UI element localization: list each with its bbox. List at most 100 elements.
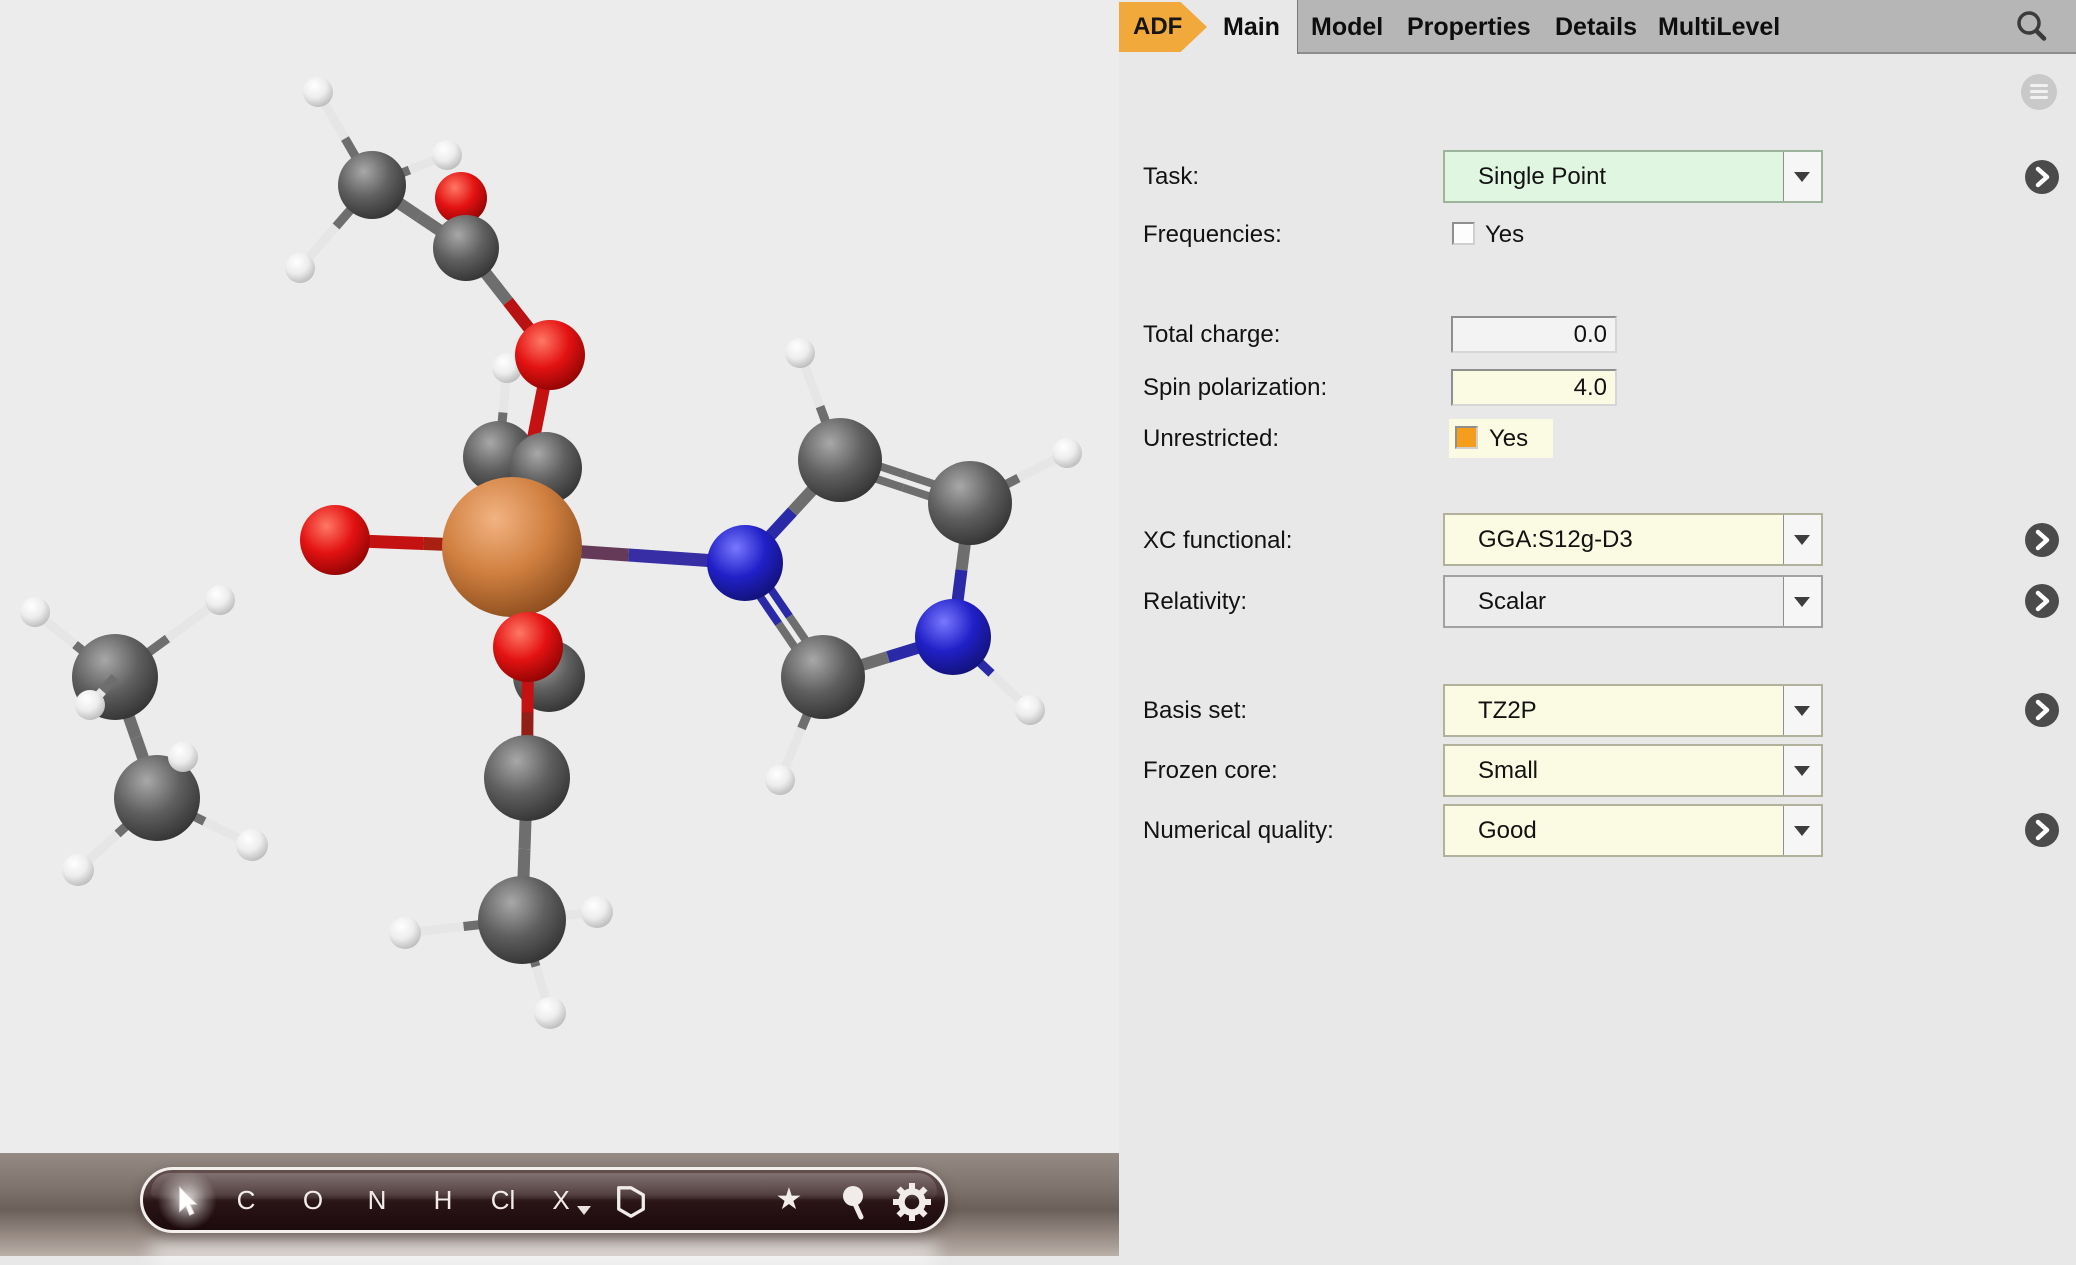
tab-bar: Model Properties Details MultiLevel ADF …	[1119, 0, 2076, 54]
hamburger-icon	[2030, 84, 2048, 87]
molecule-3d-scene[interactable]	[0, 0, 1119, 1153]
down-triangle-icon	[1794, 826, 1810, 836]
unrestricted-checkbox-label: Yes	[1489, 425, 1528, 453]
basis-set-value: TZ2P	[1478, 686, 1537, 735]
balloon-pin-icon	[838, 1182, 870, 1222]
atom-H[interactable]	[285, 253, 315, 283]
atom-N[interactable]	[915, 599, 991, 675]
atom-C[interactable]	[433, 215, 499, 281]
down-triangle-icon	[1794, 535, 1810, 545]
cursor-arrow-icon	[174, 1186, 200, 1218]
tab-model[interactable]: Model	[1311, 0, 1383, 54]
atom-C[interactable]	[928, 461, 1012, 545]
atom-C[interactable]	[338, 151, 406, 219]
panel-menu-button[interactable]	[2021, 74, 2057, 110]
atom-H[interactable]	[1015, 695, 1045, 725]
atom-H[interactable]	[1052, 438, 1082, 468]
atom-C[interactable]	[478, 876, 566, 964]
element-button-c[interactable]: C	[224, 1170, 268, 1230]
atom-H[interactable]	[432, 140, 462, 170]
search-button[interactable]	[2012, 7, 2052, 47]
adf-badge[interactable]: ADF	[1119, 2, 1207, 52]
element-button-o[interactable]: O	[291, 1170, 335, 1230]
atom-H[interactable]	[581, 896, 613, 928]
frozen-core-dropdown[interactable]: Small	[1443, 744, 1823, 797]
task-label: Task:	[1143, 163, 1199, 191]
atom-O[interactable]	[515, 320, 585, 390]
atom-H[interactable]	[75, 690, 105, 720]
frequencies-label: Frequencies:	[1143, 221, 1282, 249]
settings-panel: Model Properties Details MultiLevel ADF …	[1119, 0, 2076, 1256]
atom-H[interactable]	[765, 765, 795, 795]
element-x-caret-icon[interactable]	[577, 1206, 591, 1215]
element-button-cl[interactable]: Cl	[481, 1170, 525, 1230]
total-charge-input[interactable]: 0.0	[1451, 316, 1617, 353]
task-dropdown[interactable]: Single Point	[1443, 150, 1823, 203]
atom-H[interactable]	[389, 917, 421, 949]
favorites-star-button[interactable]: ★	[767, 1170, 811, 1230]
atom-H[interactable]	[534, 997, 566, 1029]
search-icon	[2012, 7, 2052, 47]
frequencies-checkbox[interactable]	[1452, 222, 1475, 245]
atom-H[interactable]	[785, 338, 815, 368]
atom-H[interactable]	[62, 854, 94, 886]
relativity-dropdown-arrow[interactable]	[1783, 577, 1821, 626]
element-button-n[interactable]: N	[355, 1170, 399, 1230]
spin-polarization-label: Spin polarization:	[1143, 374, 1327, 402]
toolbar-reflection	[150, 1239, 938, 1265]
basis-details-button[interactable]	[2025, 693, 2059, 727]
atom-C[interactable]	[781, 635, 865, 719]
numerical-quality-dropdown[interactable]: Good	[1443, 804, 1823, 857]
tab-properties[interactable]: Properties	[1407, 0, 1531, 54]
relativity-value: Scalar	[1478, 577, 1546, 626]
atom-C[interactable]	[484, 735, 570, 821]
xc-functional-dropdown[interactable]: GGA:S12g-D3	[1443, 513, 1823, 566]
pointer-tool-button[interactable]	[165, 1170, 209, 1230]
quality-details-button[interactable]	[2025, 813, 2059, 847]
frozen-core-dropdown-arrow[interactable]	[1783, 746, 1821, 795]
tab-main[interactable]: Main	[1223, 0, 1280, 54]
spin-polarization-input[interactable]: 4.0	[1451, 369, 1617, 406]
atom-H[interactable]	[205, 585, 235, 615]
tab-details[interactable]: Details	[1555, 0, 1637, 54]
xc-details-button[interactable]	[2025, 523, 2059, 557]
atom-C[interactable]	[798, 418, 882, 502]
xc-dropdown-arrow[interactable]	[1783, 515, 1821, 564]
pin-tool-button[interactable]	[832, 1170, 876, 1230]
atom-H[interactable]	[20, 597, 50, 627]
atom-H[interactable]	[303, 77, 333, 107]
atom-N[interactable]	[707, 525, 783, 601]
tab-divider	[1297, 0, 1298, 54]
settings-gear-button[interactable]	[890, 1170, 934, 1230]
atom-O[interactable]	[300, 505, 370, 575]
down-triangle-icon	[1794, 766, 1810, 776]
down-triangle-icon	[1794, 597, 1810, 607]
quality-dropdown-arrow[interactable]	[1783, 806, 1821, 855]
relativity-details-button[interactable]	[2025, 584, 2059, 618]
gear-icon	[892, 1182, 932, 1222]
element-toolbar: C O N H Cl X ★	[140, 1167, 948, 1233]
ring-tool-button[interactable]	[609, 1170, 653, 1230]
task-details-button[interactable]	[2025, 160, 2059, 194]
element-button-x[interactable]: X	[539, 1170, 583, 1230]
basis-dropdown-arrow[interactable]	[1783, 686, 1821, 735]
basis-set-dropdown[interactable]: TZ2P	[1443, 684, 1823, 737]
atom-H[interactable]	[168, 742, 198, 772]
xc-functional-value: GGA:S12g-D3	[1478, 515, 1633, 564]
molecule-viewport[interactable]: C O N H Cl X ★	[0, 0, 1119, 1256]
element-button-h[interactable]: H	[421, 1170, 465, 1230]
atom-Fe[interactable]	[442, 477, 582, 617]
task-dropdown-arrow[interactable]	[1783, 152, 1821, 201]
viewport-bottom-bar: C O N H Cl X ★	[0, 1153, 1119, 1256]
total-charge-label: Total charge:	[1143, 321, 1280, 349]
frequencies-checkbox-label: Yes	[1485, 221, 1524, 249]
tab-multilevel[interactable]: MultiLevel	[1658, 0, 1780, 54]
unrestricted-checkbox[interactable]	[1455, 426, 1478, 449]
hexagon-icon	[614, 1184, 648, 1220]
chevron-right-icon	[2025, 813, 2059, 847]
atom-H[interactable]	[236, 829, 268, 861]
atom-O[interactable]	[493, 612, 563, 682]
chevron-right-icon	[2025, 584, 2059, 618]
relativity-dropdown[interactable]: Scalar	[1443, 575, 1823, 628]
basis-set-label: Basis set:	[1143, 697, 1247, 725]
